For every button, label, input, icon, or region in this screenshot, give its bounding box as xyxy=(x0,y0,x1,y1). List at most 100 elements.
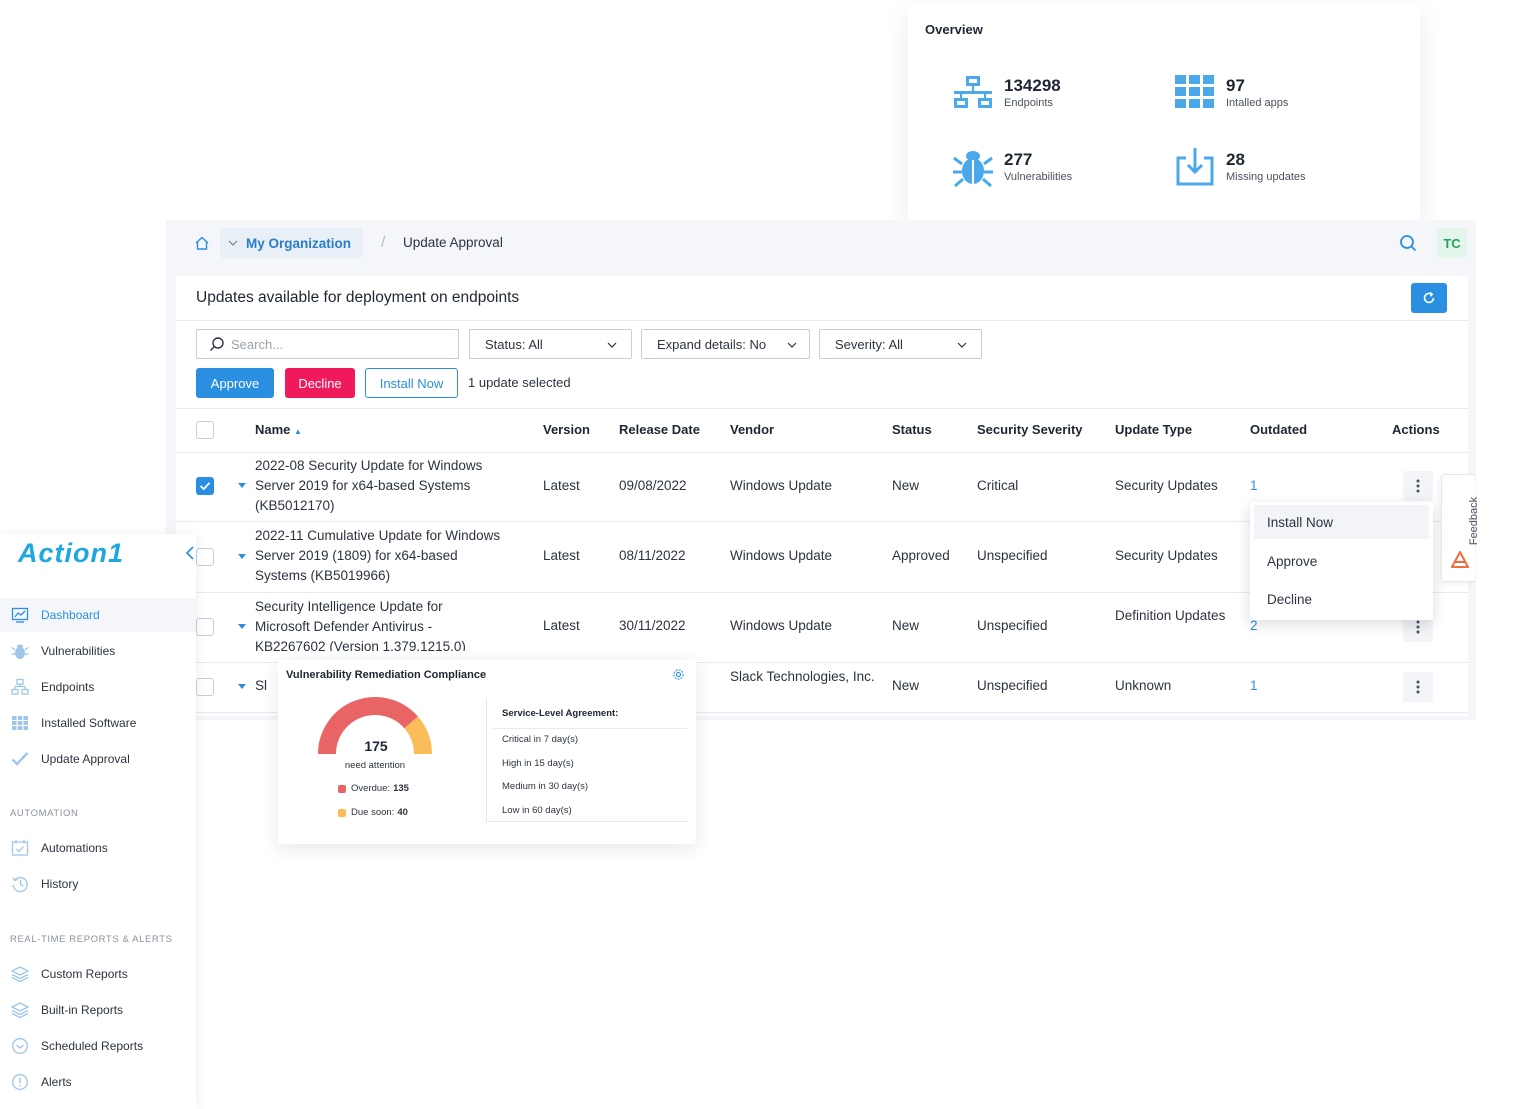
column-header-security-severity[interactable]: Security Severity xyxy=(977,422,1083,437)
divider xyxy=(176,320,1468,321)
network-icon xyxy=(11,678,29,695)
topbar: My Organization / Update Approval TC xyxy=(166,225,1476,263)
bug-icon xyxy=(11,644,29,659)
expand-details-filter[interactable]: Expand details: No xyxy=(641,329,810,359)
column-header-version[interactable]: Version xyxy=(543,422,590,437)
row-vendor: Windows Update xyxy=(730,548,833,563)
sidebar-section-reports: REAL-TIME REPORTS & ALERTS xyxy=(10,934,173,945)
row-checkbox[interactable] xyxy=(196,477,214,495)
row-vendor: Windows Update xyxy=(730,478,833,493)
expand-caret-icon[interactable] xyxy=(238,624,246,630)
legend-overdue: Overdue: 135 xyxy=(338,783,409,794)
chevron-down-icon xyxy=(607,342,617,348)
layers-icon xyxy=(11,1002,29,1019)
column-header-release-date[interactable]: Release Date xyxy=(619,422,700,437)
search-icon xyxy=(210,337,224,351)
sidebar-item-alerts[interactable]: Alerts xyxy=(0,1065,196,1099)
search-input[interactable] xyxy=(231,336,431,352)
check-icon xyxy=(11,752,29,766)
feedback-tab[interactable]: Feedback xyxy=(1441,474,1480,582)
row-vendor: Windows Update xyxy=(730,618,833,633)
compliance-title: Vulnerability Remediation Compliance xyxy=(286,669,487,681)
row-severity: Unspecified xyxy=(977,548,1048,563)
stat-vulnerabilities[interactable]: 277 Vulnerabilities xyxy=(952,146,1072,188)
apps-grid-icon xyxy=(12,716,28,730)
menu-item-approve[interactable]: Approve xyxy=(1254,544,1429,578)
column-header-status[interactable]: Status xyxy=(892,422,932,437)
sidebar-item-label: Scheduled Reports xyxy=(41,1039,144,1053)
row-checkbox[interactable] xyxy=(196,678,214,696)
row-actions-button[interactable] xyxy=(1403,672,1433,702)
row-version: Latest xyxy=(543,548,580,563)
row-version: Latest xyxy=(543,478,580,493)
sidebar-item-endpoints[interactable]: Endpoints xyxy=(0,670,196,704)
sidebar-item-automations[interactable]: Automations xyxy=(0,831,196,865)
select-all-checkbox[interactable] xyxy=(196,421,214,439)
network-icon xyxy=(954,76,992,108)
row-vendor: Slack Technologies, Inc. xyxy=(730,669,875,684)
history-icon xyxy=(12,876,28,893)
stat-label: Missing updates xyxy=(1226,171,1306,183)
menu-item-decline[interactable]: Decline xyxy=(1254,582,1429,616)
gear-icon[interactable] xyxy=(672,668,685,681)
sidebar: Action1 Dashboard Vulnerabilities Endpoi… xyxy=(0,534,196,1109)
sidebar-item-label: Installed Software xyxy=(41,716,137,730)
sidebar-item-custom-reports[interactable]: Custom Reports xyxy=(0,957,196,991)
sidebar-item-history[interactable]: History xyxy=(0,867,196,901)
row-update-type: Security Updates xyxy=(1115,548,1218,563)
sidebar-item-built-in-reports[interactable]: Built-in Reports xyxy=(0,993,196,1027)
row-status: New xyxy=(892,618,920,633)
column-header-outdated[interactable]: Outdated xyxy=(1250,422,1307,437)
organization-selector[interactable]: My Organization xyxy=(220,228,364,258)
expand-caret-icon[interactable] xyxy=(238,684,246,690)
row-outdated-link[interactable]: 1 xyxy=(1250,476,1258,496)
expand-caret-icon[interactable] xyxy=(238,554,246,560)
decline-button[interactable]: Decline xyxy=(285,368,355,398)
avatar[interactable]: TC xyxy=(1437,228,1467,258)
breadcrumb-current-page: Update Approval xyxy=(403,235,503,250)
refresh-button[interactable] xyxy=(1411,283,1447,313)
row-version: Latest xyxy=(543,618,580,633)
feedback-label: Feedback xyxy=(1468,496,1480,546)
row-release-date: 30/11/2022 xyxy=(619,618,686,633)
apps-grid-icon xyxy=(1175,75,1214,108)
search-box[interactable] xyxy=(196,329,459,359)
menu-item-install-now[interactable]: Install Now xyxy=(1254,505,1429,539)
sidebar-item-scheduled-reports[interactable]: Scheduled Reports xyxy=(0,1029,196,1063)
home-icon[interactable] xyxy=(194,235,210,251)
download-tray-icon xyxy=(1176,148,1214,186)
column-header-name[interactable]: Name ▲ xyxy=(255,422,302,437)
stat-endpoints[interactable]: 134298 Endpoints xyxy=(952,72,1061,114)
row-checkbox[interactable] xyxy=(196,618,214,636)
sidebar-item-installed-software[interactable]: Installed Software xyxy=(0,706,196,740)
action1-logo[interactable]: Action1 xyxy=(18,538,124,569)
kebab-icon xyxy=(1416,479,1420,493)
search-icon[interactable] xyxy=(1399,234,1417,252)
severity-filter-label: Severity: All xyxy=(835,336,903,352)
sidebar-item-update-approval[interactable]: Update Approval xyxy=(0,742,196,776)
status-filter[interactable]: Status: All xyxy=(469,329,632,359)
gauge-label: need attention xyxy=(344,760,406,771)
legend-dot-due-soon xyxy=(338,808,346,817)
feedback-logo-icon xyxy=(1451,551,1469,568)
expand-caret-icon[interactable] xyxy=(238,483,246,489)
row-checkbox[interactable] xyxy=(196,548,214,566)
stat-missing-updates[interactable]: 28 Missing updates xyxy=(1174,146,1306,188)
sla-item-low: Low in 60 day(s) xyxy=(502,805,572,816)
row-severity: Critical xyxy=(977,478,1019,493)
sidebar-item-vulnerabilities[interactable]: Vulnerabilities xyxy=(0,634,196,668)
sidebar-item-dashboard[interactable]: Dashboard xyxy=(0,598,196,632)
row-actions-button[interactable] xyxy=(1403,471,1433,501)
sla-item-medium: Medium in 30 day(s) xyxy=(502,781,589,792)
column-header-vendor[interactable]: Vendor xyxy=(730,422,774,437)
column-header-update-type[interactable]: Update Type xyxy=(1115,422,1192,437)
severity-filter[interactable]: Severity: All xyxy=(819,329,982,359)
row-outdated-link[interactable]: 1 xyxy=(1250,676,1258,696)
organization-name: My Organization xyxy=(246,235,352,251)
collapse-sidebar-icon[interactable] xyxy=(184,546,196,560)
approve-button[interactable]: Approve xyxy=(196,368,274,398)
stat-installed-apps[interactable]: 97 Intalled apps xyxy=(1174,72,1288,114)
compliance-card: Vulnerability Remediation Compliance 175… xyxy=(278,660,696,844)
install-now-button[interactable]: Install Now xyxy=(365,368,458,398)
stat-value: 134298 xyxy=(1004,76,1061,95)
